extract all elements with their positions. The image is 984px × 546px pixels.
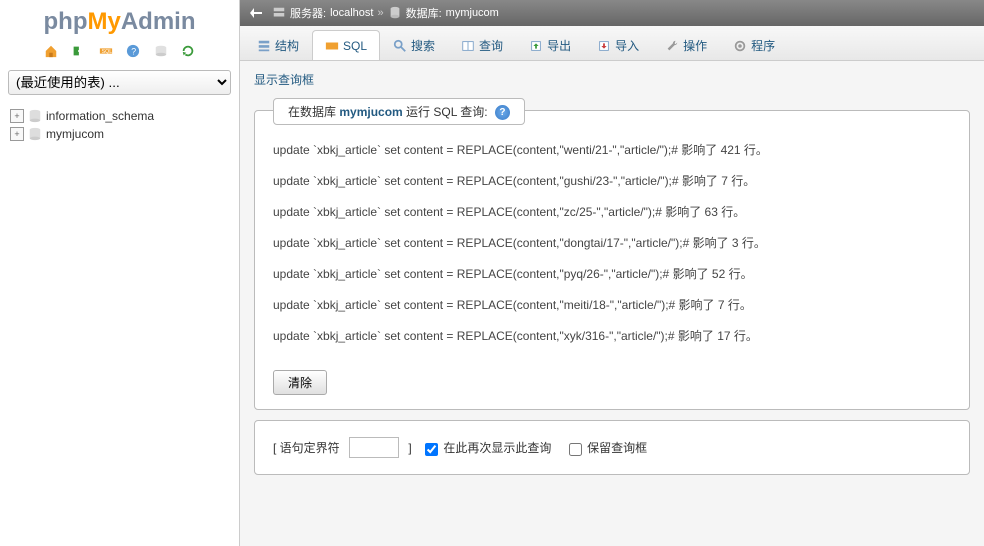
tab-label: 程序 <box>751 37 775 54</box>
panel-title-prefix: 在数据库 <box>288 105 339 119</box>
server-icon <box>272 6 286 20</box>
sql-result-line: update `xbkj_article` set content = REPL… <box>273 296 951 313</box>
expand-icon[interactable]: + <box>10 109 24 123</box>
svg-text:?: ? <box>131 47 136 57</box>
tab-import[interactable]: 导入 <box>584 30 652 60</box>
breadcrumb-separator: » <box>377 7 383 19</box>
import-icon <box>597 39 611 53</box>
tab-label: 导出 <box>547 37 571 54</box>
db-label: mymjucom <box>46 127 104 141</box>
tabs: 结构 SQL 搜索 查询 导出 导入 操作 程序 <box>240 26 984 61</box>
expand-icon[interactable]: + <box>10 127 24 141</box>
show-query-frame-link[interactable]: 显示查询框 <box>254 71 314 88</box>
db-item-mymjucom[interactable]: + mymjucom <box>10 125 231 143</box>
logo-admin: Admin <box>121 8 196 35</box>
gear-icon <box>733 39 747 53</box>
sql-result-line: update `xbkj_article` set content = REPL… <box>273 327 951 344</box>
logo: phpMyAdmin <box>8 8 231 36</box>
sql-result-line: update `xbkj_article` set content = REPL… <box>273 265 951 282</box>
main: 服务器: localhost » 数据库: mymjucom 结构 SQL 搜索… <box>240 0 984 546</box>
tab-label: 操作 <box>683 37 707 54</box>
wrench-icon <box>665 39 679 53</box>
tab-search[interactable]: 搜索 <box>380 30 448 60</box>
logo-php: php <box>44 8 88 35</box>
search-icon <box>393 39 407 53</box>
show-again-label[interactable]: 在此再次显示此查询 <box>443 441 551 455</box>
panel-title: 在数据库 mymjucom 运行 SQL 查询: ? <box>273 98 525 125</box>
svg-text:SQL: SQL <box>101 49 112 55</box>
docs-icon[interactable]: ? <box>124 44 142 62</box>
sidebar: phpMyAdmin SQL ? (最近使用的表) ... + informat… <box>0 0 240 546</box>
sql-result-line: update `xbkj_article` set content = REPL… <box>273 234 951 251</box>
keep-frame-checkbox[interactable] <box>569 443 582 456</box>
tab-structure[interactable]: 结构 <box>244 30 312 60</box>
tab-query[interactable]: 查询 <box>448 30 516 60</box>
help-icon[interactable]: ? <box>495 105 510 120</box>
tab-label: 导入 <box>615 37 639 54</box>
database-tree: + information_schema + mymjucom <box>8 107 231 143</box>
delimiter-label-open: [ 语句定界符 <box>273 441 340 455</box>
settings-icon[interactable] <box>152 44 170 62</box>
nav-back-icon[interactable] <box>248 5 264 21</box>
server-value[interactable]: localhost <box>330 7 373 19</box>
content: 显示查询框 在数据库 mymjucom 运行 SQL 查询: ? update … <box>240 61 984 546</box>
tab-label: 搜索 <box>411 37 435 54</box>
database-icon <box>388 6 402 20</box>
panel-title-db: mymjucom <box>339 105 402 119</box>
sql-result-panel: 在数据库 mymjucom 运行 SQL 查询: ? update `xbkj_… <box>254 110 970 410</box>
sidebar-toolbar: SQL ? <box>8 44 231 62</box>
delimiter-panel: [ 语句定界符 ] 在此再次显示此查询 保留查询框 <box>254 420 970 475</box>
logo-my: My <box>87 8 120 35</box>
db-label: information_schema <box>46 109 154 123</box>
tab-export[interactable]: 导出 <box>516 30 584 60</box>
query-icon <box>461 39 475 53</box>
structure-icon <box>257 39 271 53</box>
delimiter-input[interactable] <box>349 437 399 458</box>
sql-icon <box>325 39 339 53</box>
sql-result-line: update `xbkj_article` set content = REPL… <box>273 172 951 189</box>
database-icon <box>28 109 42 123</box>
tab-label: 查询 <box>479 37 503 54</box>
db-label: 数据库: <box>406 5 442 21</box>
db-item-information-schema[interactable]: + information_schema <box>10 107 231 125</box>
panel-title-suffix: 运行 SQL 查询: <box>403 105 488 119</box>
keep-frame-label[interactable]: 保留查询框 <box>587 441 647 455</box>
sql-result-line: update `xbkj_article` set content = REPL… <box>273 141 951 158</box>
breadcrumb: 服务器: localhost » 数据库: mymjucom <box>240 0 984 26</box>
tab-routines[interactable]: 程序 <box>720 30 788 60</box>
logout-icon[interactable] <box>69 44 87 62</box>
home-icon[interactable] <box>42 44 60 62</box>
export-icon <box>529 39 543 53</box>
sql-icon[interactable]: SQL <box>97 44 115 62</box>
tab-sql[interactable]: SQL <box>312 30 380 60</box>
reload-icon[interactable] <box>179 44 197 62</box>
sql-results: update `xbkj_article` set content = REPL… <box>255 131 969 364</box>
database-icon <box>28 127 42 141</box>
db-value[interactable]: mymjucom <box>446 7 499 19</box>
tab-label: 结构 <box>275 37 299 54</box>
tab-label: SQL <box>343 39 367 53</box>
recent-tables-select[interactable]: (最近使用的表) ... <box>8 70 231 95</box>
show-again-checkbox[interactable] <box>425 443 438 456</box>
server-label: 服务器: <box>290 5 326 21</box>
tab-operations[interactable]: 操作 <box>652 30 720 60</box>
clear-button[interactable]: 清除 <box>273 370 327 395</box>
delimiter-label-close: ] <box>408 441 411 455</box>
sql-result-line: update `xbkj_article` set content = REPL… <box>273 203 951 220</box>
